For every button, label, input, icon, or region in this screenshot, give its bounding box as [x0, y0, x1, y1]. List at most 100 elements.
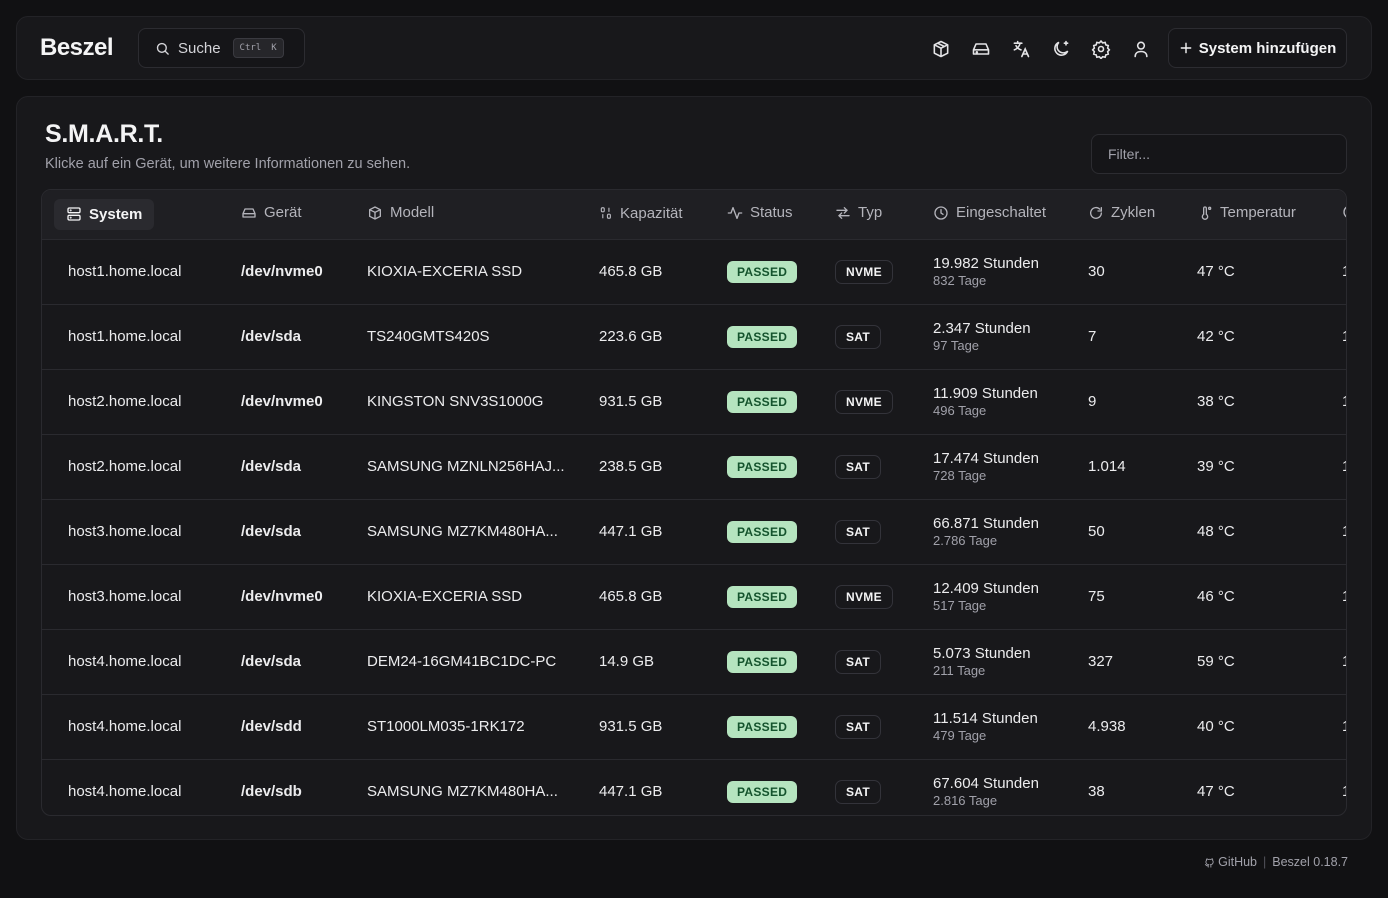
table-row[interactable]: host4.home.local /dev/sdd ST1000LM035-1R… — [42, 694, 1346, 759]
cell-cycles: 327 — [1088, 653, 1114, 670]
cell-cycles: 1.014 — [1088, 458, 1126, 475]
cell-power-on: 12.409 Stunden 517 Tage — [933, 564, 1088, 629]
column-label-device: Gerät — [264, 204, 302, 221]
cell-capacity: 238.5 GB — [599, 458, 663, 475]
search-label: Suche — [178, 39, 221, 57]
column-header-type[interactable]: Typ — [835, 204, 882, 221]
smart-card: S.M.A.R.T. Klicke auf ein Gerät, um weit… — [16, 96, 1372, 840]
status-badge: PASSED — [727, 390, 798, 413]
table-row[interactable]: host1.home.local /dev/sda TS240GMTS420S … — [42, 304, 1346, 369]
cell-cycles: 75 — [1088, 588, 1105, 605]
status-badge: PASSED — [727, 455, 798, 478]
cell-system: host3.home.local — [68, 523, 182, 540]
thermometer-icon — [1197, 205, 1213, 221]
table-row[interactable]: host4.home.local /dev/sdb SAMSUNG MZ7KM4… — [42, 759, 1346, 815]
cell-status: PASSED — [727, 629, 835, 694]
status-badge: PASSED — [727, 650, 798, 673]
cell-clipped: 1 — [1342, 629, 1346, 694]
cell-device: /dev/sda — [241, 458, 302, 475]
column-header-status[interactable]: Status — [727, 204, 793, 221]
arrows-swap-icon — [835, 205, 851, 221]
column-header-system[interactable]: System — [54, 198, 155, 230]
cell-temperature: 42 °C — [1197, 328, 1235, 345]
cell-system: host4.home.local — [68, 653, 182, 670]
cell-model: KINGSTON SNV3S1000G — [367, 393, 544, 410]
page-subtitle: Klicke auf ein Gerät, um weitere Informa… — [45, 156, 411, 172]
cell-capacity: 465.8 GB — [599, 263, 663, 280]
column-header-clipped[interactable] — [1342, 204, 1346, 220]
cell-temperature: 40 °C — [1197, 718, 1235, 735]
status-badge: PASSED — [727, 325, 798, 348]
cell-capacity: 465.8 GB — [599, 588, 663, 605]
table-row[interactable]: host3.home.local /dev/nvme0 KIOXIA-EXCER… — [42, 564, 1346, 629]
cell-capacity: 14.9 GB — [599, 653, 655, 670]
server-icon — [66, 206, 82, 222]
cell-power-on: 19.982 Stunden 832 Tage — [933, 239, 1088, 304]
column-header-capacity[interactable]: Kapazität — [599, 205, 683, 222]
column-header-temperature[interactable]: Temperatur — [1197, 204, 1296, 221]
table-row[interactable]: host2.home.local /dev/sda SAMSUNG MZNLN2… — [42, 434, 1346, 499]
cell-cycles: 7 — [1088, 328, 1097, 345]
cell-clipped: 1 — [1342, 759, 1346, 815]
version-label[interactable]: Beszel 0.18.7 — [1272, 855, 1348, 869]
table-row[interactable]: host3.home.local /dev/sda SAMSUNG MZ7KM4… — [42, 499, 1346, 564]
plus-icon — [1179, 41, 1193, 55]
cell-model: ST1000LM035-1RK172 — [367, 718, 525, 735]
cell-model: KIOXIA-EXCERIA SSD — [367, 263, 523, 280]
clock-icon — [933, 205, 949, 221]
github-link[interactable]: GitHub — [1204, 855, 1257, 869]
app-logo[interactable]: Beszel — [40, 34, 114, 62]
cell-device: /dev/sdb — [241, 783, 302, 801]
smart-table-container[interactable]: System Gerät Modell Kapazität Status Typ… — [41, 189, 1347, 816]
column-label-temperature: Temperatur — [1220, 204, 1296, 221]
translate-icon[interactable] — [1009, 37, 1033, 61]
cell-type: NVME — [835, 239, 933, 304]
cell-clipped: 1 — [1342, 304, 1346, 369]
settings-gear-icon[interactable] — [1089, 37, 1113, 61]
cell-capacity: 223.6 GB — [599, 328, 663, 345]
cell-type: SAT — [835, 434, 933, 499]
filter-input[interactable] — [1091, 134, 1347, 174]
cell-temperature: 46 °C — [1197, 588, 1235, 605]
cell-type: SAT — [835, 629, 933, 694]
cell-capacity: 931.5 GB — [599, 718, 663, 735]
drive-icon[interactable] — [969, 37, 993, 61]
column-label-cycles: Zyklen — [1111, 204, 1156, 221]
type-badge: SAT — [835, 519, 882, 544]
cell-status: PASSED — [727, 304, 835, 369]
cell-temperature: 47 °C — [1197, 783, 1235, 801]
column-label-capacity: Kapazität — [620, 204, 683, 222]
cell-cycles: 9 — [1088, 393, 1097, 410]
column-header-power-on[interactable]: Eingeschaltet — [933, 204, 1046, 221]
cell-model: SAMSUNG MZ7KM480HA... — [367, 523, 558, 540]
cell-status: PASSED — [727, 694, 835, 759]
cell-cycles: 4.938 — [1088, 718, 1126, 735]
cell-device: /dev/nvme0 — [241, 393, 323, 410]
github-icon — [1204, 857, 1215, 868]
column-header-cycles[interactable]: Zyklen — [1088, 204, 1155, 221]
table-header-row: System Gerät Modell Kapazität Status Typ… — [42, 190, 1346, 239]
container-icon[interactable] — [929, 37, 953, 61]
cell-status: PASSED — [727, 499, 835, 564]
type-badge: SAT — [835, 324, 882, 349]
power-on-days: 832 Tage — [933, 272, 987, 288]
theme-moon-icon[interactable] — [1049, 37, 1073, 61]
drive-icon — [241, 205, 257, 221]
header-icon-group — [929, 37, 1153, 61]
cell-system: host4.home.local — [68, 718, 182, 735]
table-row[interactable]: host4.home.local /dev/sda DEM24-16GM41BC… — [42, 629, 1346, 694]
column-header-model[interactable]: Modell — [367, 204, 434, 221]
power-on-days: 496 Tage — [933, 402, 987, 418]
user-icon[interactable] — [1129, 37, 1153, 61]
table-row[interactable]: host2.home.local /dev/nvme0 KINGSTON SNV… — [42, 369, 1346, 434]
add-system-button[interactable]: System hinzufügen — [1168, 28, 1347, 68]
column-header-device[interactable]: Gerät — [241, 204, 302, 221]
table-row[interactable]: host1.home.local /dev/nvme0 KIOXIA-EXCER… — [42, 239, 1346, 304]
cell-temperature: 39 °C — [1197, 458, 1235, 475]
search-button[interactable]: Suche Ctrl K — [138, 28, 305, 68]
status-badge: PASSED — [727, 780, 798, 803]
binary-icon — [599, 206, 613, 220]
power-on-hours: 11.909 Stunden — [933, 384, 1038, 402]
cell-capacity: 931.5 GB — [599, 393, 663, 410]
search-shortcut: Ctrl K — [232, 38, 284, 58]
